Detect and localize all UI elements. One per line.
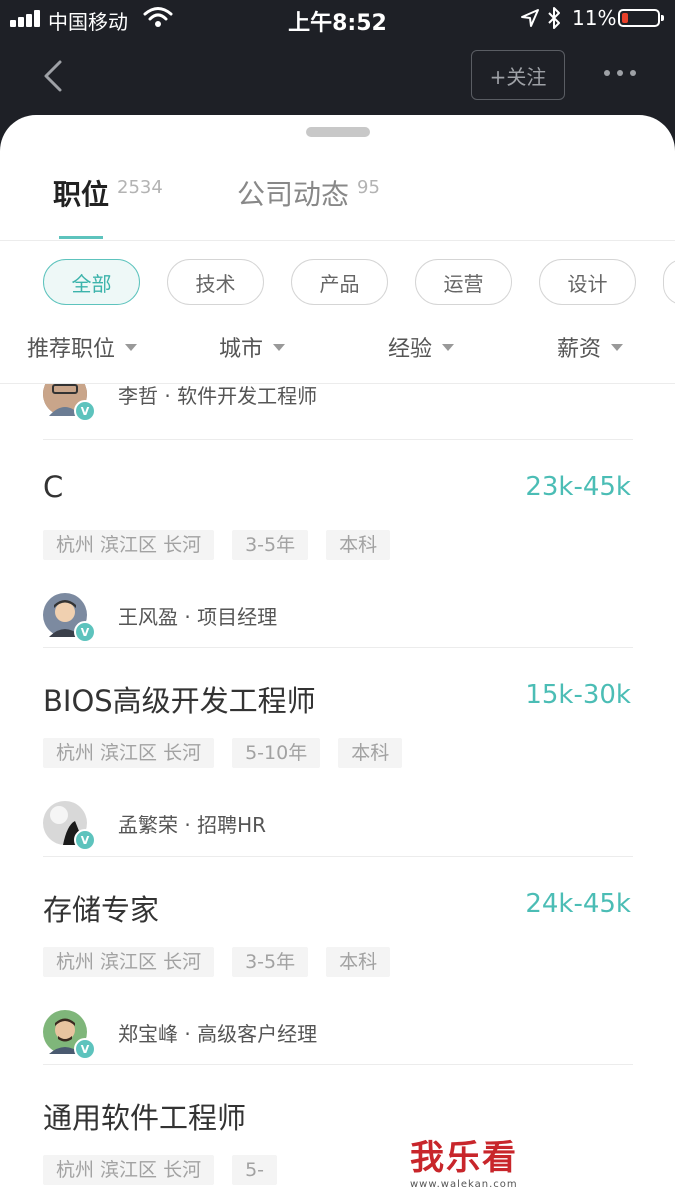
tab-label: 公司动态 xyxy=(237,178,350,211)
education-tag: 本科 xyxy=(338,738,403,768)
tab-count: 2534 xyxy=(117,177,163,198)
education-tag: 本科 xyxy=(326,947,391,977)
recruiter-info: V 郑宝峰 · 高级客户经理 xyxy=(43,1010,318,1060)
job-salary: 23k-45k xyxy=(525,472,631,502)
recruiter-info: V 王风盈 · 项目经理 xyxy=(43,593,278,643)
divider xyxy=(0,240,675,241)
verified-badge-icon: V xyxy=(74,1038,96,1060)
job-title: BIOS高级开发工程师 xyxy=(43,684,316,718)
recruiter-info: V 孟繁荣 · 招聘HR xyxy=(43,801,267,851)
avatar: V xyxy=(43,593,96,643)
avatar: V xyxy=(43,384,96,422)
battery-percent: 11% xyxy=(572,6,617,30)
job-title: 通用软件工程师 xyxy=(43,1101,247,1135)
experience-tag: 5- xyxy=(232,1155,278,1185)
sheet-drag-handle[interactable] xyxy=(306,127,370,137)
caret-down-icon xyxy=(611,343,624,351)
recruiter-info: V 李哲 · 软件开发工程师 xyxy=(43,384,318,422)
verified-badge-icon: V xyxy=(74,400,96,422)
education-tag: 本科 xyxy=(326,530,391,560)
follow-button[interactable]: +关注 xyxy=(471,50,565,100)
battery-icon xyxy=(618,9,664,27)
job-title: 存储专家 xyxy=(43,893,160,927)
chip-label: 运营 xyxy=(443,271,484,296)
filter-label: 城市 xyxy=(219,337,264,362)
filter-recommended[interactable]: 推荐职位 xyxy=(27,331,138,363)
bluetooth-icon xyxy=(548,7,560,29)
category-chip-product[interactable]: 产品 xyxy=(291,259,388,305)
caret-down-icon xyxy=(442,343,455,351)
follow-button-label: +关注 xyxy=(489,64,547,89)
category-chip-all[interactable]: 全部 xyxy=(43,259,140,305)
avatar: V xyxy=(43,801,96,851)
job-salary: 15k-30k xyxy=(525,680,631,710)
job-tags: 杭州 滨江区 长河 3-5年 本科 xyxy=(43,530,408,560)
recruiter-name: 李哲 · 软件开发工程师 xyxy=(118,384,318,408)
category-chip-operations[interactable]: 运营 xyxy=(415,259,512,305)
tab-count: 95 xyxy=(357,177,380,198)
chip-label: 产品 xyxy=(319,271,360,296)
experience-tag: 3-5年 xyxy=(232,530,309,560)
divider xyxy=(43,856,633,857)
job-salary: 24k-45k xyxy=(525,889,631,919)
caret-down-icon xyxy=(273,343,286,351)
recruiter-name: 孟繁荣 · 招聘HR xyxy=(118,812,267,837)
experience-tag: 3-5年 xyxy=(232,947,309,977)
experience-tag: 5-10年 xyxy=(232,738,321,768)
watermark-url: www.walekan.com xyxy=(410,1179,518,1190)
battery-level xyxy=(622,13,628,23)
chip-label: 设计 xyxy=(567,271,608,296)
verified-badge-icon: V xyxy=(74,621,96,643)
chip-label: 全部 xyxy=(71,271,112,296)
filter-label: 薪资 xyxy=(557,337,602,362)
job-title: C xyxy=(43,470,64,504)
watermark-logo: 我乐看 www.walekan.com xyxy=(410,1130,530,1190)
job-tags: 杭州 滨江区 长河 3-5年 本科 xyxy=(43,947,408,977)
category-chip-more[interactable] xyxy=(663,259,675,305)
location-tag: 杭州 滨江区 长河 xyxy=(43,947,215,977)
recruiter-name: 王风盈 · 项目经理 xyxy=(118,604,278,629)
filter-salary[interactable]: 薪资 xyxy=(557,331,624,363)
job-tags: 杭州 滨江区 长河 5- xyxy=(43,1155,295,1185)
job-tags: 杭州 滨江区 长河 5-10年 本科 xyxy=(43,738,420,768)
category-chip-design[interactable]: 设计 xyxy=(539,259,636,305)
status-bar: 中国移动 上午8:52 11% xyxy=(0,0,675,36)
verified-badge-icon: V xyxy=(74,829,96,851)
watermark-text: 我乐看 xyxy=(410,1138,518,1178)
caret-down-icon xyxy=(125,343,138,351)
active-tab-indicator xyxy=(59,236,103,239)
avatar: V xyxy=(43,1010,96,1060)
divider xyxy=(43,647,633,648)
filter-label: 推荐职位 xyxy=(27,337,116,362)
back-icon[interactable] xyxy=(38,58,68,94)
job-list[interactable]: V 李哲 · 软件开发工程师 C 23k-45k 杭州 滨江区 长河 3-5年 … xyxy=(0,384,675,1200)
location-tag: 杭州 滨江区 长河 xyxy=(43,530,215,560)
location-tag: 杭州 滨江区 长河 xyxy=(43,1155,215,1185)
location-tag: 杭州 滨江区 长河 xyxy=(43,738,215,768)
recruiter-name: 郑宝峰 · 高级客户经理 xyxy=(118,1021,318,1046)
divider xyxy=(43,439,633,440)
divider xyxy=(43,1064,633,1065)
category-chip-tech[interactable]: 技术 xyxy=(167,259,264,305)
tab-label: 职位 xyxy=(53,178,110,211)
filter-city[interactable]: 城市 xyxy=(219,331,286,363)
filter-experience[interactable]: 经验 xyxy=(388,331,455,363)
location-arrow-icon xyxy=(521,9,539,27)
tab-jobs[interactable]: 职位 2534 xyxy=(53,173,163,213)
company-jobs-sheet: 职位 2534 公司动态 95 全部 技术 产品 运营 设计 推荐职位 城市 经… xyxy=(0,115,675,1200)
more-icon[interactable] xyxy=(600,70,640,80)
tab-company-news[interactable]: 公司动态 95 xyxy=(237,173,380,213)
chip-label: 技术 xyxy=(195,271,236,296)
filter-label: 经验 xyxy=(388,337,433,362)
